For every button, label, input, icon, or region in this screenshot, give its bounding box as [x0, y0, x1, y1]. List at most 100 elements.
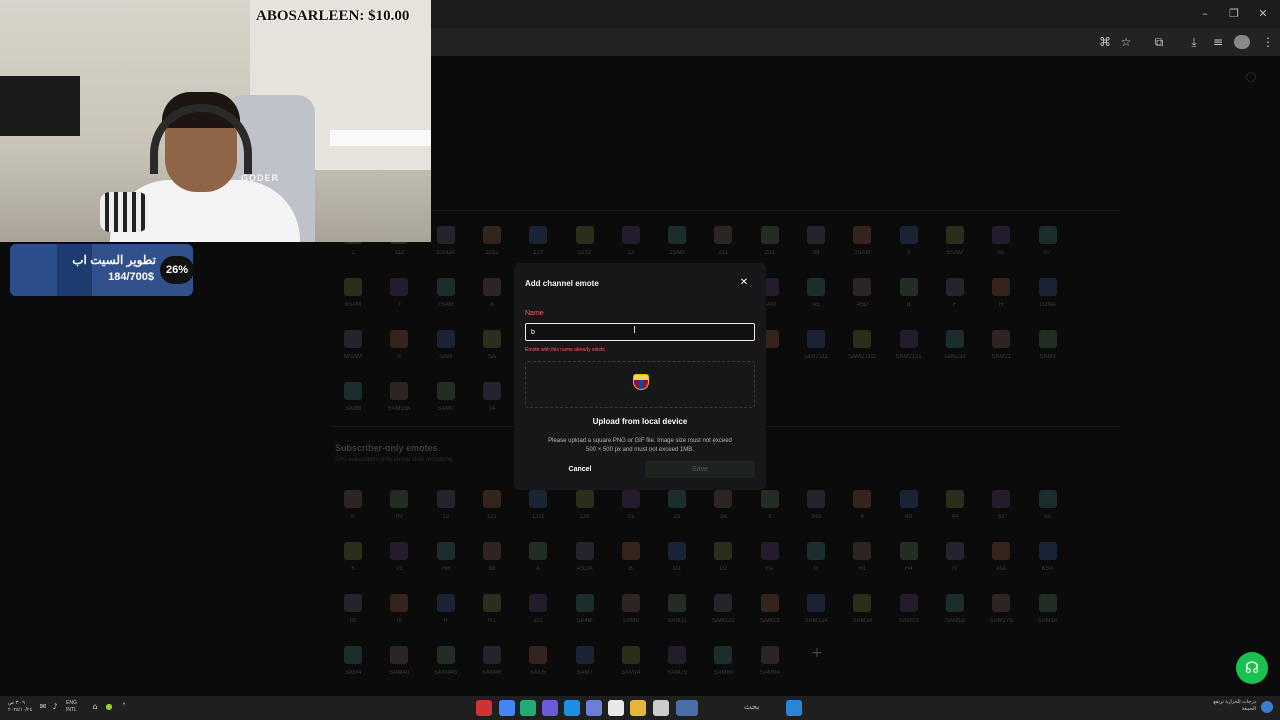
store-icon[interactable] [608, 700, 624, 716]
emote-tile[interactable]: B [608, 542, 654, 572]
nvidia-icon[interactable]: ● [104, 702, 114, 712]
emote-tile[interactable]: m [376, 594, 422, 624]
emote-tile[interactable]: 13 [608, 226, 654, 256]
emote-tile[interactable]: 7SAM [423, 278, 469, 308]
bookmark-star-icon[interactable]: ☆ [1118, 34, 1134, 50]
emote-tile[interactable]: 09 [376, 490, 422, 520]
emote-tile[interactable]: 88 [469, 542, 515, 572]
emote-tile[interactable]: 5 [886, 226, 932, 256]
emote-tile[interactable]: SAM21 [978, 330, 1024, 360]
emote-tile[interactable]: 6 [330, 542, 376, 572]
emote-tile[interactable]: SAM0 [423, 382, 469, 412]
emote-tile[interactable]: 67 [1025, 226, 1071, 256]
emote-tile[interactable]: R1 [469, 594, 515, 624]
emote-tile[interactable]: LONA [1025, 278, 1071, 308]
restore-icon[interactable]: ❐ [1226, 6, 1242, 22]
app-icon[interactable] [586, 700, 602, 716]
emote-tile[interactable]: 6SAM [330, 278, 376, 308]
emote-tile[interactable]: 3 [747, 490, 793, 520]
emote-tile[interactable]: s4 [469, 382, 515, 412]
emote-tile[interactable]: sam232 [932, 330, 978, 360]
app-icon[interactable] [653, 700, 669, 716]
emote-tile[interactable]: SAM4 [330, 646, 376, 676]
emote-tile[interactable]: 23 [654, 490, 700, 520]
terminal-icon[interactable] [520, 700, 536, 716]
emote-tile[interactable]: lol [330, 594, 376, 624]
emote-tile[interactable]: SAM445 [423, 646, 469, 676]
emote-tile[interactable]: SAM2121 [886, 330, 932, 360]
emote-tile[interactable]: F [932, 278, 978, 308]
emote-tile[interactable]: A5 [793, 278, 839, 308]
emote-drop-zone[interactable] [525, 361, 755, 408]
save-button[interactable]: Save [645, 461, 755, 478]
emote-tile[interactable]: 65 [978, 226, 1024, 256]
emote-tile[interactable]: 12 [423, 490, 469, 520]
emote-tile[interactable]: KSA [1025, 542, 1071, 572]
emote-tile[interactable]: SAM40 [376, 646, 422, 676]
volume-icon[interactable]: ♪ [50, 702, 60, 712]
close-icon[interactable]: ✕ [738, 277, 750, 289]
emote-tile[interactable]: R [423, 594, 469, 624]
taskbar-search[interactable]: بحث [744, 702, 759, 711]
emote-tile[interactable]: G [793, 542, 839, 572]
emote-tile[interactable]: 128 [562, 490, 608, 520]
media-controls-icon[interactable]: ≡ [1210, 34, 1226, 50]
emote-tile[interactable]: SAM83 [700, 646, 746, 676]
emote-tile[interactable]: SAM75 [654, 646, 700, 676]
cancel-button[interactable]: Cancel [525, 463, 635, 477]
emote-tile[interactable]: SAM7 [562, 646, 608, 676]
emote-tile[interactable]: sam2111 [793, 330, 839, 360]
emote-tile[interactable]: ASDA [562, 542, 608, 572]
download-icon[interactable]: ⤓ [1186, 34, 1202, 50]
chrome-icon[interactable] [499, 700, 515, 716]
emote-tile[interactable]: 4 [839, 490, 885, 520]
emote-tile[interactable]: s21 [515, 594, 561, 624]
emote-tile[interactable]: 8 [469, 278, 515, 308]
emote-tile[interactable]: B [886, 278, 932, 308]
emote-tile[interactable]: 38 [793, 226, 839, 256]
emote-tile[interactable]: ksa [978, 542, 1024, 572]
emote-tile[interactable]: D1 [654, 542, 700, 572]
help-chat-button[interactable]: ☊ [1236, 652, 1268, 684]
emote-tile[interactable]: SAM74 [608, 646, 654, 676]
emote-tile[interactable]: s [376, 330, 422, 360]
edge-icon[interactable] [564, 700, 580, 716]
emote-tile[interactable]: SAM8 [330, 382, 376, 412]
emote-name-input[interactable] [525, 323, 755, 341]
app-icon[interactable] [476, 700, 492, 716]
add-emote-plus-icon[interactable]: + [810, 646, 824, 660]
emote-tile[interactable]: SAM122 [700, 594, 746, 624]
weather-widget[interactable]: درجات الحرارة ترتفع الجمعة [1200, 699, 1256, 713]
emote-tile[interactable]: 121 [469, 490, 515, 520]
emote-tile[interactable]: 3w [700, 490, 746, 520]
emote-tile[interactable]: 5SAM [932, 226, 978, 256]
emote-tile[interactable]: 53 [978, 490, 1024, 520]
emote-tile[interactable]: FA [747, 542, 793, 572]
emote-tile[interactable]: 123 [515, 226, 561, 256]
emote-tile[interactable]: SAM21111 [839, 330, 885, 360]
emote-tile[interactable]: SAM134 [793, 594, 839, 624]
emote-tile[interactable]: SAM11 [654, 594, 700, 624]
emote-tile[interactable]: H [978, 278, 1024, 308]
discord-icon[interactable] [542, 700, 558, 716]
emote-tile[interactable]: SAM46 [469, 646, 515, 676]
emote-tile[interactable]: SAM [423, 330, 469, 360]
emote-tile[interactable]: 73 [376, 542, 422, 572]
emote-tile[interactable]: 1232 [562, 226, 608, 256]
emote-tile[interactable]: H4 [886, 542, 932, 572]
close-window-icon[interactable]: ✕ [1255, 6, 1271, 22]
emote-tile[interactable]: SAM94 [747, 646, 793, 676]
clock[interactable]: ٣:٠٩ ص ٢٠٢٥/١٠/٢٤ [8, 700, 32, 714]
extensions-icon[interactable]: ⧉ [1151, 34, 1167, 50]
emote-tile[interactable]: A5D [839, 278, 885, 308]
emote-tile[interactable]: SA4M [562, 594, 608, 624]
emote-tile[interactable]: 0 [330, 490, 376, 520]
emote-tile[interactable]: D2 [700, 542, 746, 572]
emote-tile[interactable]: SAM16 [1025, 594, 1071, 624]
emote-tile[interactable]: SAM5 [515, 646, 561, 676]
menu-kebab-icon[interactable]: ⋮ [1260, 34, 1276, 50]
emote-tile[interactable]: SAM93K [376, 382, 422, 412]
windows-start-icon[interactable] [786, 700, 802, 716]
emote-tile[interactable]: IV [932, 542, 978, 572]
language-indicator[interactable]: ENG INTL [66, 700, 77, 714]
